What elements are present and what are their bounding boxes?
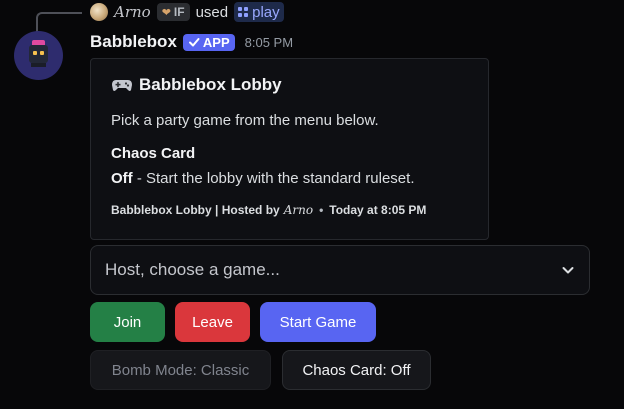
chevron-down-icon: [562, 267, 574, 274]
reply-avatar-icon[interactable]: [90, 3, 108, 21]
join-button[interactable]: Join: [90, 302, 165, 342]
embed-title-text: Babblebox Lobby: [139, 75, 282, 94]
check-icon: [188, 38, 200, 47]
command-mention[interactable]: play: [234, 2, 284, 22]
bot-name[interactable]: Babblebox: [90, 32, 177, 52]
command-grid-icon: [238, 7, 249, 17]
app-badge-label: APP: [202, 34, 230, 50]
select-placeholder: Host, choose a game...: [105, 260, 280, 279]
lobby-embed: Babblebox Lobby Pick a party game from t…: [90, 58, 489, 240]
start-game-button[interactable]: Start Game: [260, 302, 376, 342]
user-tag: ❤ IF: [156, 3, 190, 21]
reply-spine: [36, 12, 82, 32]
footer-separator: •: [319, 203, 324, 217]
chaos-card-button[interactable]: Chaos Card: Off: [282, 350, 431, 390]
field-value-rest: - Start the lobby with the standard rule…: [132, 170, 415, 187]
embed-footer: Babblebox Lobby | Hosted by 𝐴𝑟𝑛𝑜 • Today…: [111, 203, 426, 217]
app-badge: APP: [182, 33, 235, 51]
embed-title: Babblebox Lobby: [111, 75, 282, 95]
embed-field-name: Chaos Card: [111, 145, 196, 162]
embed-description: Pick a party game from the menu below.: [111, 112, 379, 129]
footer-time: Today at 8:05 PM: [329, 203, 427, 217]
embed-field-value: Off - Start the lobby with the standard …: [111, 170, 415, 187]
reply-verb: used: [195, 3, 229, 21]
message-header: Babblebox APP 8:05 PM: [90, 31, 293, 53]
game-controller-icon: [112, 80, 132, 91]
command-name: play: [252, 3, 280, 21]
game-select[interactable]: Host, choose a game...: [90, 245, 590, 295]
footer-user: 𝐴𝑟𝑛𝑜: [283, 203, 314, 217]
bot-avatar[interactable]: [14, 31, 63, 80]
reply-context[interactable]: 𝐴𝑟𝑛𝑜 ❤ IF used play: [90, 1, 284, 23]
heart-icon: ❤: [161, 6, 171, 19]
leave-button[interactable]: Leave: [175, 302, 250, 342]
user-tag-label: IF: [173, 5, 185, 19]
footer-prefix: Babblebox Lobby | Hosted by: [111, 203, 280, 217]
message-timestamp[interactable]: 8:05 PM: [245, 35, 293, 50]
reply-user-name[interactable]: 𝐴𝑟𝑛𝑜: [114, 3, 151, 21]
bomb-mode-button[interactable]: Bomb Mode: Classic: [90, 350, 271, 390]
field-value-bold: Off: [111, 170, 133, 187]
